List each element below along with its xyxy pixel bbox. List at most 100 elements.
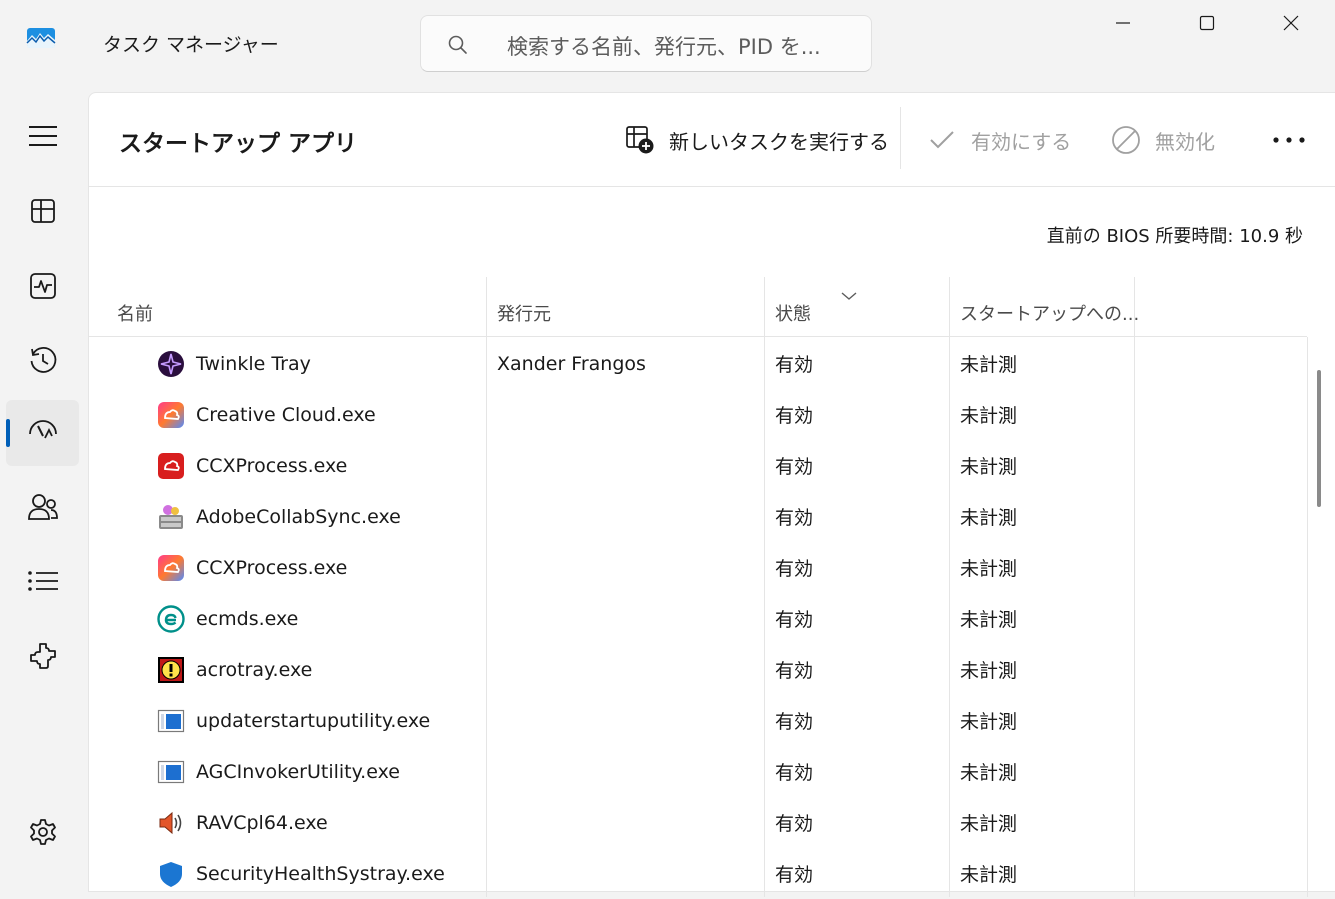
row-status: 有効 xyxy=(775,507,814,529)
row-status: 有効 xyxy=(775,354,814,376)
column-header-startup-impact[interactable]: スタートアップへの... xyxy=(949,277,1139,337)
speaker-icon xyxy=(156,808,185,837)
column-header-startup-impact-label: スタートアップへの... xyxy=(960,304,1140,325)
run-new-task-icon xyxy=(626,126,654,154)
page-title: スタートアップ アプリ xyxy=(119,131,358,157)
row-name: AGCInvokerUtility.exe xyxy=(196,760,400,783)
row-impact: 未計測 xyxy=(960,762,1018,784)
checkmark-icon xyxy=(930,131,954,149)
row-status: 有効 xyxy=(775,660,814,682)
table-row[interactable]: AdobeCollabSync.exe 有効 未計測 xyxy=(89,491,1307,542)
users-icon xyxy=(27,494,58,520)
row-impact: 未計測 xyxy=(960,660,1018,682)
column-header-publisher-label: 発行元 xyxy=(497,304,551,325)
row-status: 有効 xyxy=(775,456,814,478)
run-new-task-button[interactable]: 新しいタスクを実行する xyxy=(625,121,889,159)
row-name: ecmds.exe xyxy=(196,607,299,630)
nav-performance[interactable] xyxy=(6,253,79,319)
row-name: Creative Cloud.exe xyxy=(196,403,376,426)
close-icon xyxy=(1283,15,1299,31)
active-indicator xyxy=(6,419,10,447)
window-app-icon xyxy=(156,757,185,786)
settings-icon xyxy=(29,819,56,845)
column-header-publisher[interactable]: 発行元 xyxy=(486,277,764,337)
nav-app-history[interactable] xyxy=(6,327,79,393)
ccx-process-red-icon xyxy=(156,451,185,480)
row-impact: 未計測 xyxy=(960,813,1018,835)
minimize-button[interactable] xyxy=(1079,0,1167,46)
app-title: タスク マネージャー xyxy=(103,34,279,56)
row-status: 有効 xyxy=(775,711,814,733)
column-header-name[interactable]: 名前 xyxy=(89,277,486,337)
row-impact: 未計測 xyxy=(960,507,1018,529)
maximize-icon xyxy=(1199,15,1215,31)
row-impact: 未計測 xyxy=(960,456,1018,478)
nav-startup-apps[interactable] xyxy=(6,400,79,466)
services-icon xyxy=(29,643,56,669)
command-bar: スタートアップ アプリ 新しいタスクを実行する 有効にする 無効化 xyxy=(89,93,1335,187)
sort-descending-icon xyxy=(841,286,857,305)
table-row[interactable]: CCXProcess.exe 有効 未計測 xyxy=(89,542,1307,593)
maximize-button[interactable] xyxy=(1163,0,1251,46)
performance-icon xyxy=(29,273,56,299)
row-status: 有効 xyxy=(775,558,814,580)
row-name: Twinkle Tray xyxy=(196,352,311,375)
main-panel: スタートアップ アプリ 新しいタスクを実行する 有効にする 無効化 直前の BI… xyxy=(88,92,1335,897)
row-impact: 未計測 xyxy=(960,558,1018,580)
bios-time: 直前の BIOS 所要時間: 10.9 秒 xyxy=(1046,226,1303,247)
row-status: 有効 xyxy=(775,762,814,784)
toolbar-divider xyxy=(900,107,901,169)
nav-services[interactable] xyxy=(6,623,79,689)
minimize-icon xyxy=(1116,22,1130,24)
row-name: RAVCpl64.exe xyxy=(196,811,328,834)
table-row[interactable]: RAVCpl64.exe 有効 未計測 xyxy=(89,797,1307,848)
nav-users[interactable] xyxy=(6,474,79,540)
more-options-button[interactable] xyxy=(1272,121,1306,159)
more-options-icon xyxy=(1273,137,1305,143)
startup-apps-icon xyxy=(28,420,57,439)
table-row[interactable]: acrotray.exe 有効 未計測 xyxy=(89,644,1307,695)
nav-settings[interactable] xyxy=(6,799,79,865)
scroll-track-divider xyxy=(1307,337,1308,897)
table-row[interactable]: CCXProcess.exe 有効 未計測 xyxy=(89,440,1307,491)
row-status: 有効 xyxy=(775,405,814,427)
run-new-task-label: 新しいタスクを実行する xyxy=(669,129,889,154)
table-row[interactable]: ecmds.exe 有効 未計測 xyxy=(89,593,1307,644)
row-publisher: Xander Frangos xyxy=(497,352,646,375)
title-bar: タスク マネージャー 検索する名前、発行元、PID を... xyxy=(0,0,1335,92)
search-icon xyxy=(446,33,470,57)
row-status: 有効 xyxy=(775,813,814,835)
row-impact: 未計測 xyxy=(960,609,1018,631)
row-status: 有効 xyxy=(775,609,814,631)
disable-button[interactable]: 無効化 xyxy=(1111,121,1215,159)
processes-icon xyxy=(30,199,55,223)
eset-icon xyxy=(156,604,185,633)
creative-cloud-icon xyxy=(156,553,185,582)
row-name: acrotray.exe xyxy=(196,658,313,681)
search-box[interactable]: 検索する名前、発行元、PID を... xyxy=(420,15,872,72)
enable-button[interactable]: 有効にする xyxy=(927,121,1071,159)
search-placeholder: 検索する名前、発行元、PID を... xyxy=(507,35,821,59)
row-name: CCXProcess.exe xyxy=(196,454,348,477)
disable-label: 無効化 xyxy=(1155,129,1215,154)
creative-cloud-icon xyxy=(156,400,185,429)
row-name: updaterstartuputility.exe xyxy=(196,709,431,732)
adobe-collab-sync-icon xyxy=(156,502,185,531)
twinkle-tray-icon xyxy=(156,349,185,378)
table-row[interactable]: Twinkle Tray Xander Frangos 有効 未計測 xyxy=(89,338,1307,389)
table-row[interactable]: AGCInvokerUtility.exe 有効 未計測 xyxy=(89,746,1307,797)
table-row[interactable]: updaterstartuputility.exe 有効 未計測 xyxy=(89,695,1307,746)
hamburger-menu-button[interactable] xyxy=(6,103,79,169)
row-impact: 未計測 xyxy=(960,405,1018,427)
vertical-scrollbar[interactable] xyxy=(1317,370,1321,507)
table-row[interactable]: Creative Cloud.exe 有効 未計測 xyxy=(89,389,1307,440)
row-impact: 未計測 xyxy=(960,354,1018,376)
app-history-icon xyxy=(30,347,56,373)
column-header-empty xyxy=(1134,277,1307,337)
window-app-icon xyxy=(156,706,185,735)
close-button[interactable] xyxy=(1247,0,1335,46)
column-header-name-label: 名前 xyxy=(117,304,153,325)
nav-processes[interactable] xyxy=(6,178,79,244)
nav-details[interactable] xyxy=(6,548,79,614)
row-impact: 未計測 xyxy=(960,711,1018,733)
